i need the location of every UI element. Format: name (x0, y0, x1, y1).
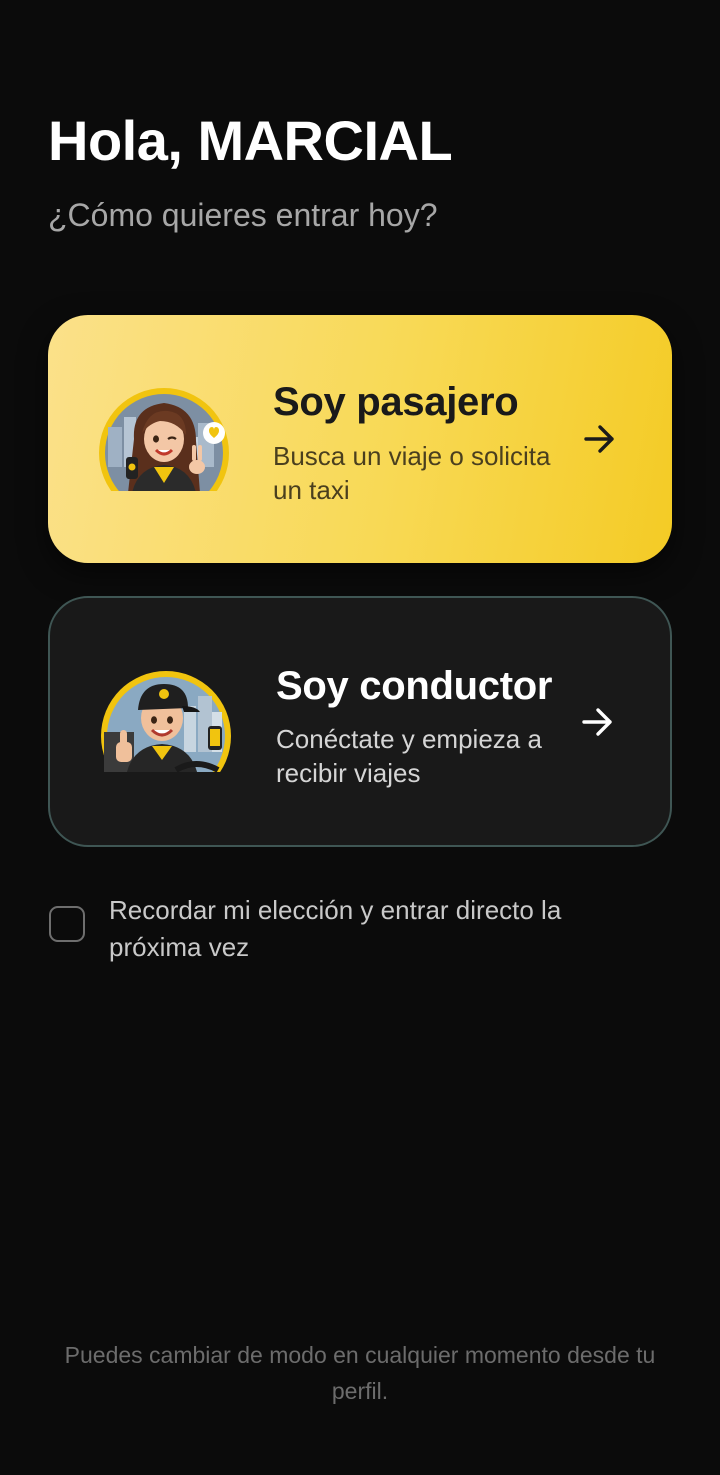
passenger-title: Soy pasajero (273, 380, 519, 424)
remember-checkbox[interactable] (49, 906, 85, 942)
driver-option-card[interactable]: Soy conductor Conéctate y empieza a reci… (48, 596, 672, 847)
footer-note: Puedes cambiar de modo en cualquier mome… (64, 1342, 656, 1404)
remember-choice-row[interactable]: Recordar mi elección y entrar directo la… (48, 888, 668, 968)
driver-description: Conéctate y empieza a recibir viajes (276, 724, 542, 788)
role-selection-screen: Hola, MARCIAL ¿Cómo quieres entrar hoy? (0, 0, 720, 1475)
arrow-right-icon (582, 708, 612, 736)
page-title: Hola, MARCIAL (48, 109, 453, 172)
arrow-right-icon (584, 425, 614, 453)
driver-title: Soy conductor (276, 664, 553, 708)
page-subtitle: ¿Cómo quieres entrar hoy? (48, 197, 438, 233)
passenger-description: Busca un viaje o solicita un taxi (273, 441, 551, 505)
driver-avatar (100, 666, 232, 772)
passenger-avatar (98, 387, 230, 493)
remember-label: Recordar mi elección y entrar directo la… (109, 895, 562, 962)
passenger-option-card[interactable]: Soy pasajero Busca un viaje o solicita u… (48, 315, 672, 563)
